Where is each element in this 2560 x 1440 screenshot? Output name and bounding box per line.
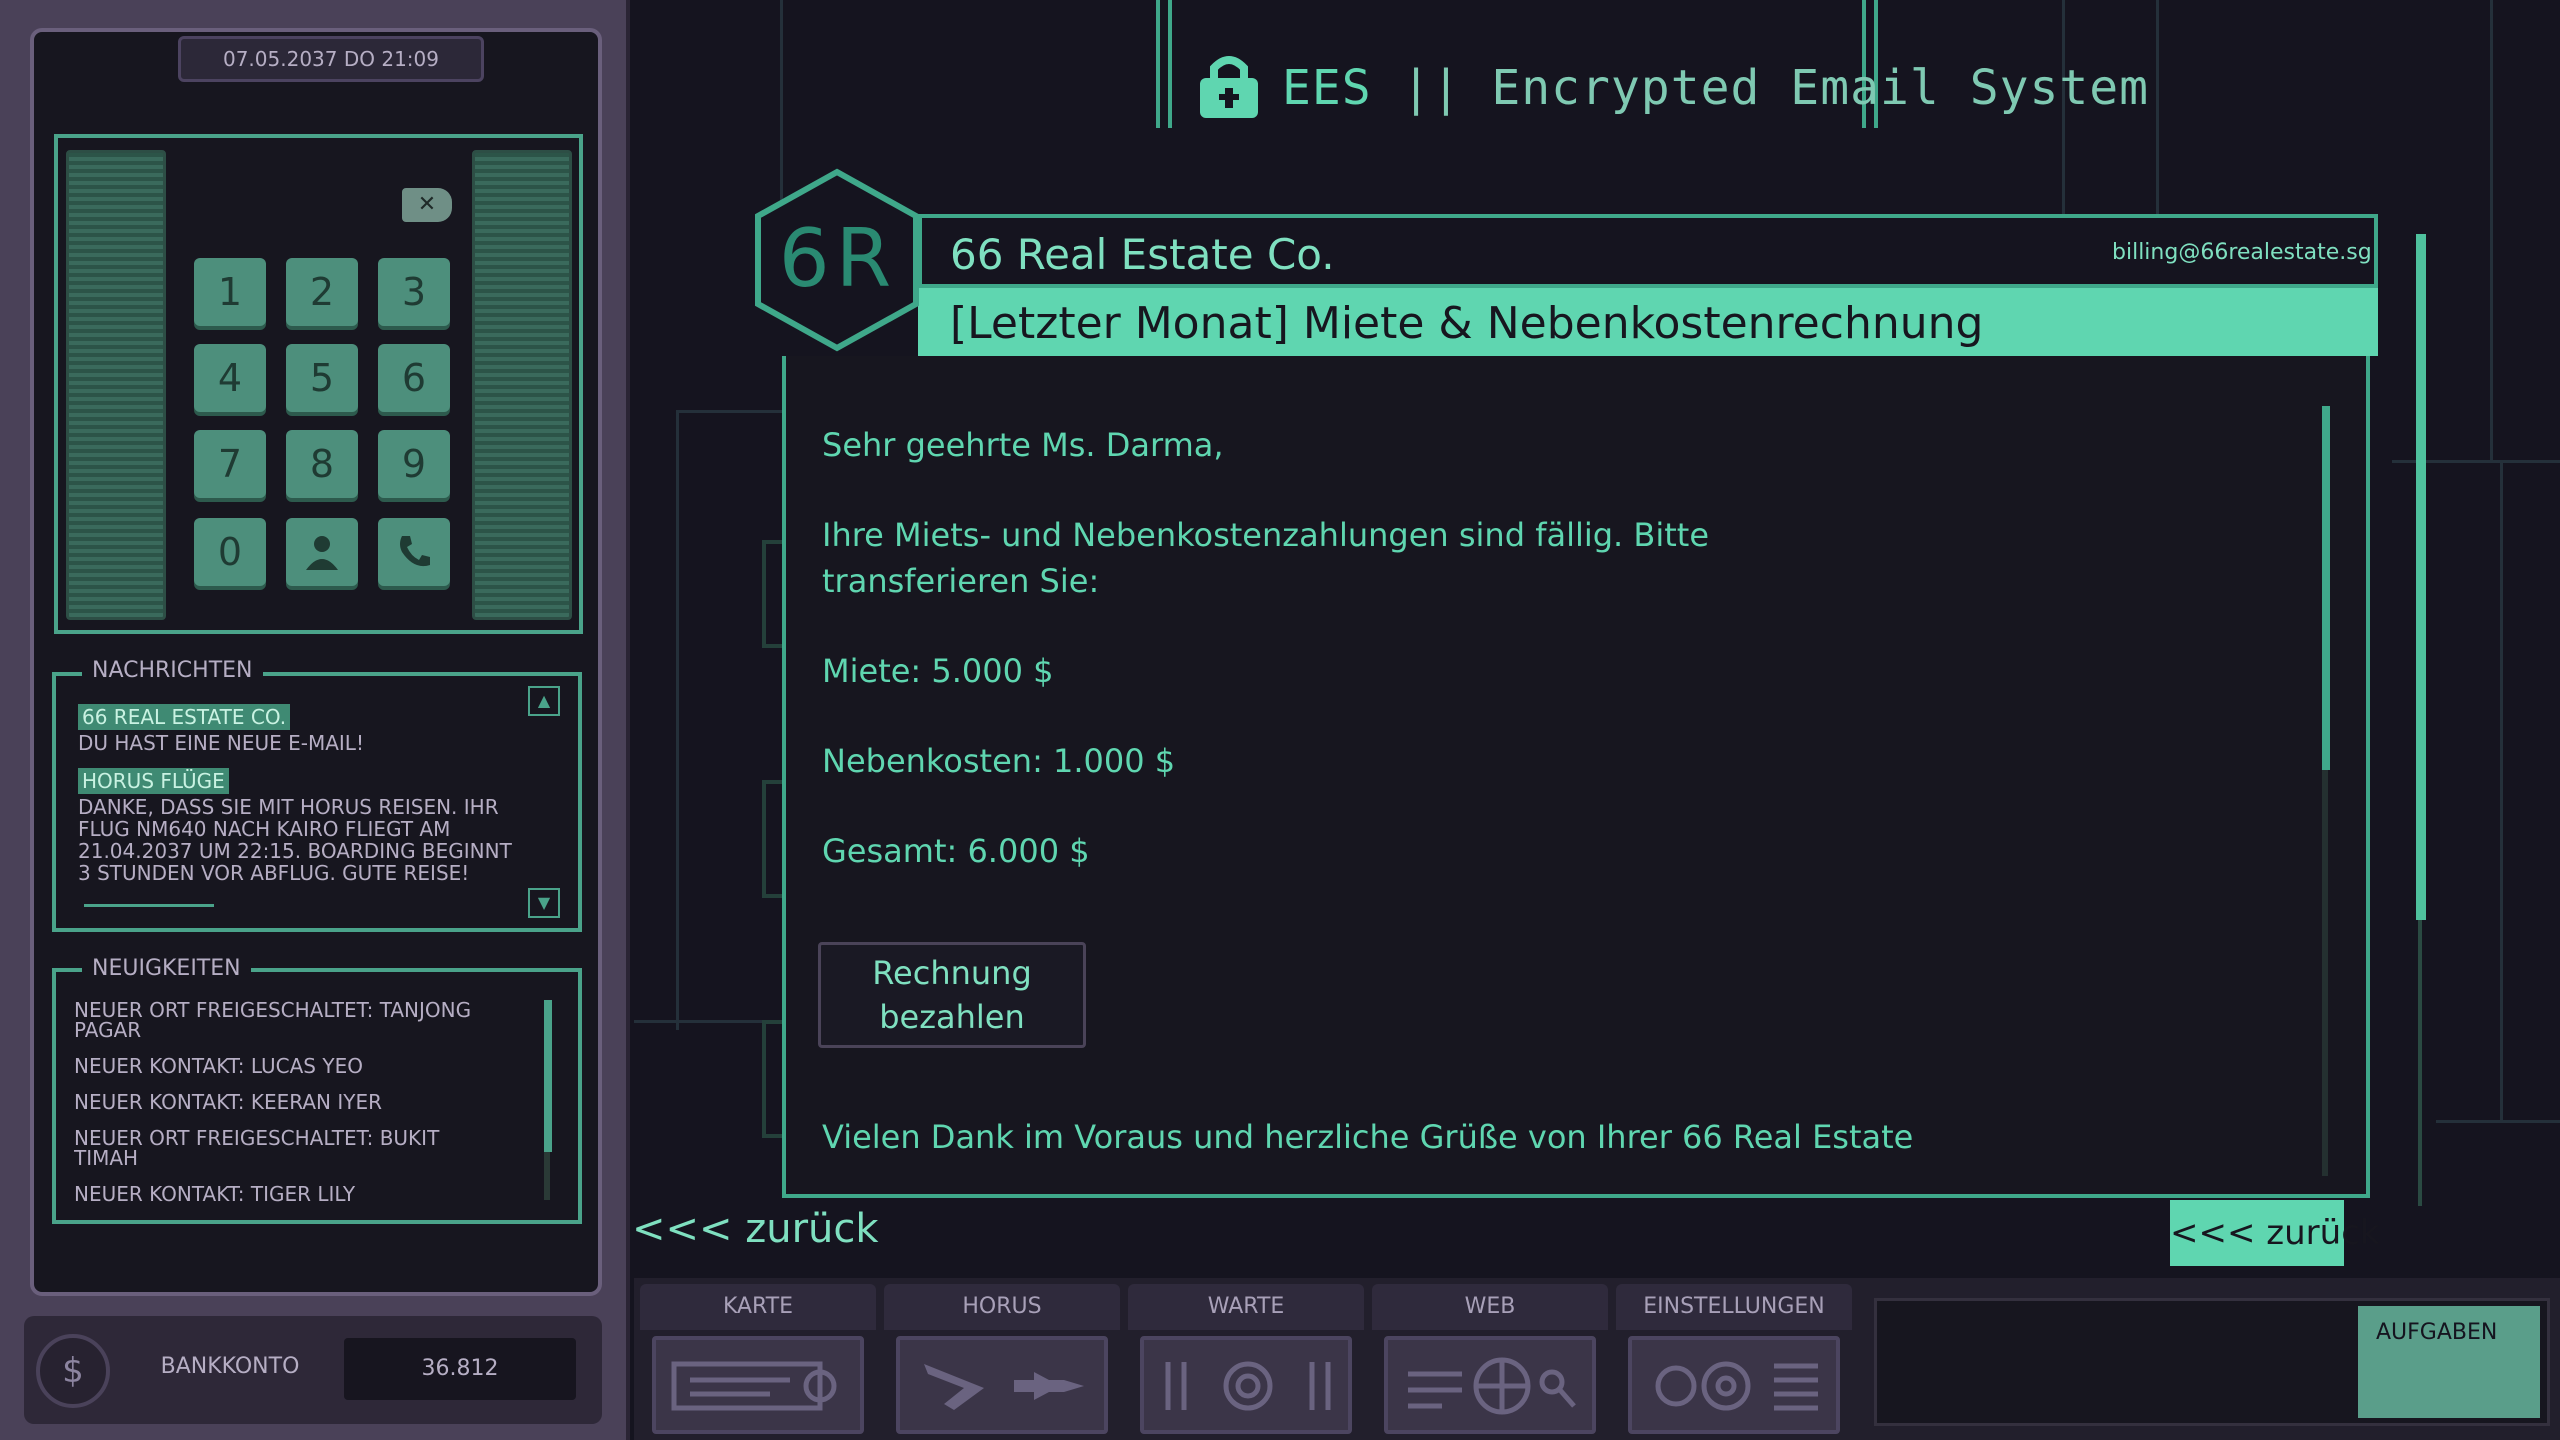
message-sender: 66 REAL ESTATE CO. (78, 704, 291, 730)
tab-label: HORUS (884, 1284, 1120, 1330)
tab-einstellungen[interactable]: EINSTELLUNGEN (1616, 1284, 1852, 1440)
ees-title: EES || Encrypted Email System (1282, 60, 2149, 116)
left-speaker-grille (66, 150, 166, 620)
email-scroll-thumb[interactable] (2322, 406, 2330, 770)
ees-full: Encrypted Email System (1491, 60, 2150, 116)
bank-balance: 36.812 (344, 1338, 576, 1400)
key-3[interactable]: 3 (378, 258, 450, 326)
tab-warte[interactable]: WARTE (1128, 1284, 1364, 1440)
news-item: NEUER ORT FREIGESCHALTET: BUKIT TIMAH (74, 1126, 440, 1170)
pay-invoice-button[interactable]: Rechnung bezahlen (818, 942, 1086, 1048)
messages-scroll-down-button[interactable]: ▼ (528, 888, 560, 918)
map-icon (652, 1336, 864, 1434)
tab-web[interactable]: WEB (1372, 1284, 1608, 1440)
call-key[interactable] (378, 518, 450, 586)
sender-email: billing@66realestate.sg (2112, 240, 2372, 265)
key-1[interactable]: 1 (194, 258, 266, 326)
settings-icon (1628, 1336, 1840, 1434)
messages-progress (84, 904, 214, 907)
back-button[interactable]: <<< zurück (2170, 1200, 2380, 1266)
news-item: NEUER KONTAKT: LUCAS YEO (74, 1054, 363, 1078)
back-link[interactable]: <<< zurück (632, 1206, 879, 1252)
key-4[interactable]: 4 (194, 344, 266, 412)
email-utilities: Nebenkosten: 1.000 $ (822, 742, 1176, 780)
pay-button-line: Rechnung (872, 954, 1032, 992)
wait-icon (1140, 1336, 1352, 1434)
key-8[interactable]: 8 (286, 430, 358, 498)
tab-label: WEB (1372, 1284, 1608, 1330)
ees-separator: || (1401, 60, 1462, 116)
message-item[interactable]: HORUS FLÜGE DANKE, DASS SIE MIT HORUS RE… (78, 768, 518, 884)
right-speaker-grille (472, 150, 572, 620)
email-greeting: Sehr geehrte Ms. Darma, (822, 426, 1224, 464)
lock-icon (1200, 56, 1258, 118)
tab-label: WARTE (1128, 1284, 1364, 1330)
news-item: NEUER ORT FREIGESCHALTET: TANJONG PAGAR (74, 1000, 472, 1042)
news-title: NEUIGKEITEN (82, 956, 251, 981)
inbox-scroll-thumb[interactable] (2416, 234, 2426, 920)
message-sender: HORUS FLÜGE (78, 768, 229, 794)
airplane-icon (896, 1336, 1108, 1434)
key-5[interactable]: 5 (286, 344, 358, 412)
messages-title: NACHRICHTEN (82, 658, 263, 683)
news-scroll-thumb[interactable] (544, 1000, 552, 1152)
email-total: Gesamt: 6.000 $ (822, 832, 1090, 870)
tab-label: EINSTELLUNGEN (1616, 1284, 1852, 1330)
news-item: NEUER KONTAKT: TIGER LILY (74, 1182, 356, 1206)
dollar-icon: $ (36, 1334, 110, 1408)
email-closing: Vielen Dank im Voraus und herzliche Grüß… (822, 1118, 1914, 1156)
news-item: NEUER KONTAKT: KEERAN IYER (74, 1090, 382, 1114)
messages-scroll-up-button[interactable]: ▲ (528, 686, 560, 716)
message-item[interactable]: 66 REAL ESTATE CO. DU HAST EINE NEUE E-M… (78, 704, 518, 754)
key-9[interactable]: 9 (378, 430, 450, 498)
sender-name: 66 Real Estate Co. (950, 230, 1335, 279)
email-rent: Miete: 5.000 $ (822, 652, 1054, 690)
ees-short: EES (1282, 60, 1372, 116)
email-paragraph-line: Ihre Miets- und Nebenkostenzahlungen sin… (822, 516, 1710, 554)
contacts-icon (306, 536, 338, 570)
contacts-key[interactable] (286, 518, 358, 586)
phone-datetime: 07.05.2037 DO 21:09 (178, 36, 484, 82)
ees-title-bar-left (1156, 0, 1172, 128)
key-0[interactable]: 0 (194, 518, 266, 586)
email-subject: [Letzter Monat] Miete & Nebenkostenrechn… (950, 298, 1984, 349)
badge-text: 6R (779, 212, 897, 305)
news-list: NEUER ORT FREIGESCHALTET: TANJONG PAGAR … (74, 1000, 494, 1206)
messages-list: 66 REAL ESTATE CO. DU HAST EINE NEUE E-M… (78, 704, 518, 884)
phone-icon (400, 536, 430, 567)
sender-logo-badge: 6R (755, 168, 919, 352)
key-7[interactable]: 7 (194, 430, 266, 498)
bank-label: BANKKONTO (160, 1354, 300, 1379)
email-paragraph-line: transferieren Sie: (822, 562, 1100, 600)
message-text: DU HAST EINE NEUE E-MAIL! (78, 731, 364, 755)
message-text: DANKE, DASS SIE MIT HORUS REISEN. IHR FL… (78, 795, 512, 885)
key-6[interactable]: 6 (378, 344, 450, 412)
globe-icon (1384, 1336, 1596, 1434)
key-2[interactable]: 2 (286, 258, 358, 326)
tab-karte[interactable]: KARTE (640, 1284, 876, 1440)
pay-button-line: bezahlen (879, 998, 1025, 1036)
tab-label: KARTE (640, 1284, 876, 1330)
tasks-button[interactable]: AUFGABEN (2358, 1306, 2540, 1418)
tab-horus[interactable]: HORUS (884, 1284, 1120, 1440)
backspace-key[interactable]: ✕ (402, 188, 452, 222)
